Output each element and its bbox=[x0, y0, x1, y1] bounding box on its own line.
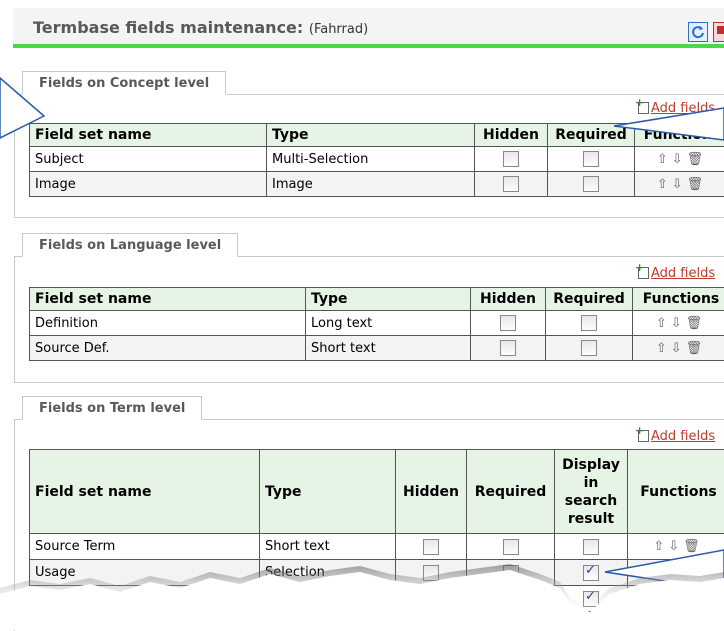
callout-pointer-left bbox=[0, 78, 44, 138]
torn-edge bbox=[0, 548, 724, 630]
callout-pointer-right-top bbox=[614, 108, 724, 140]
callout-annotations bbox=[0, 0, 724, 630]
